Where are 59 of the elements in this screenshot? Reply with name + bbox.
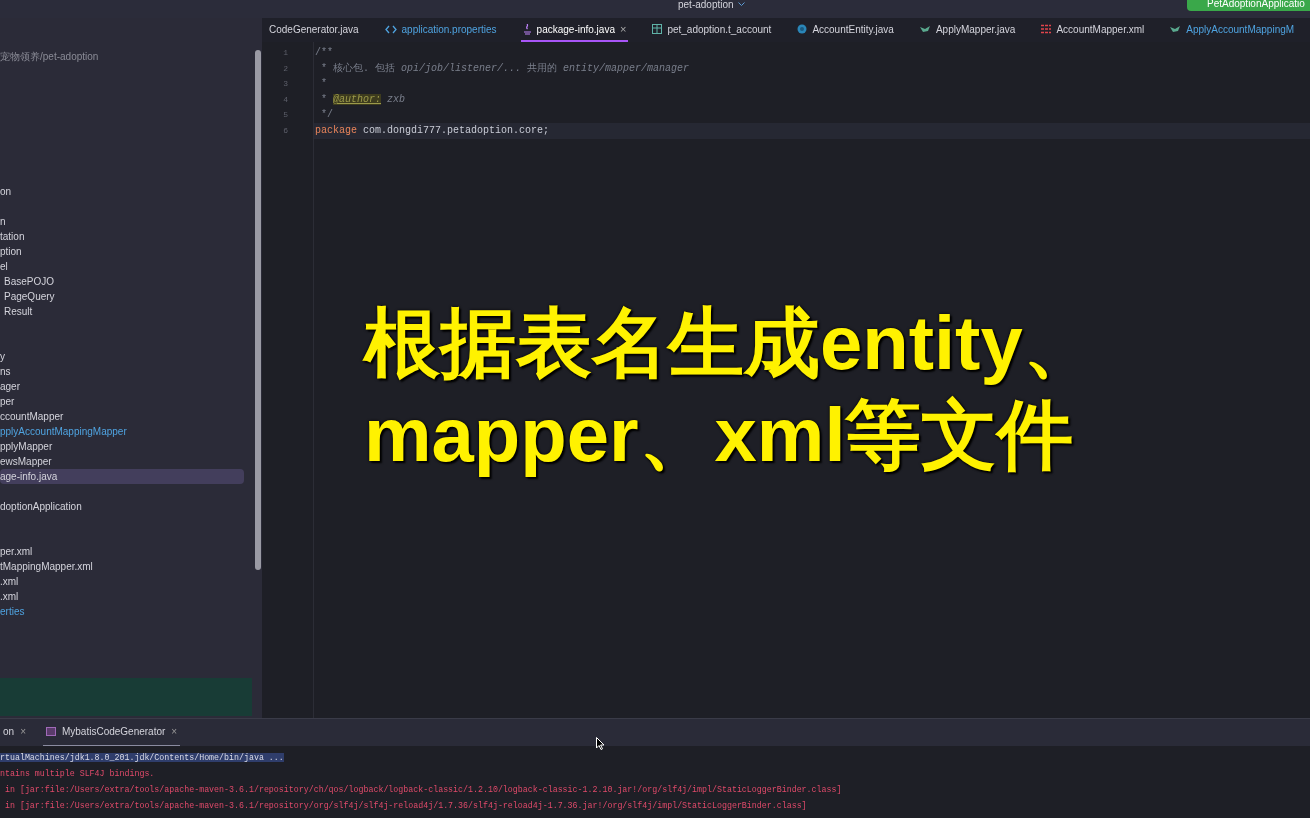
- tree-item[interactable]: Result: [0, 304, 244, 319]
- tree-item[interactable]: n: [0, 214, 244, 229]
- tree-item[interactable]: y: [0, 349, 244, 364]
- editor-tab[interactable]: AccountMapper.xml: [1039, 18, 1147, 42]
- class-icon: [797, 24, 808, 34]
- table-icon: [652, 24, 663, 34]
- console-line: ntains multiple SLF4J bindings.: [0, 769, 155, 778]
- editor-tab[interactable]: pet_adoption.t_account: [650, 18, 774, 42]
- tree-item[interactable]: per: [0, 394, 244, 409]
- editor-tab[interactable]: application.properties: [382, 18, 499, 42]
- tree-item[interactable]: .xml: [0, 589, 244, 604]
- close-icon[interactable]: ×: [171, 724, 178, 739]
- java-icon: [522, 23, 532, 35]
- code-line: * @author: zxb: [320, 92, 407, 107]
- tree-item[interactable]: ns: [0, 364, 244, 379]
- line-number: 4: [282, 93, 289, 106]
- editor-tab[interactable]: ApplyMapper.java: [917, 18, 1018, 42]
- bird-icon: [1170, 24, 1182, 34]
- tree-item[interactable]: tation: [0, 229, 244, 244]
- project-path: 宠物领养/pet-adoption: [0, 50, 100, 64]
- project-name[interactable]: pet-adoption: [678, 0, 734, 12]
- bird-icon: [919, 24, 931, 34]
- xml-icon: [1041, 24, 1052, 34]
- code-line: *: [320, 77, 328, 92]
- console-line: in [jar:file:/Users/extra/tools/apache-maven-3.6.1/repository/ch/qos/logback/logback-classic/1.2.10/logback-classic-1.2.10.jar!/org/slf4j/impl/StaticLoggerBinder.class]: [3, 785, 842, 794]
- tree-item[interactable]: PageQuery: [0, 289, 244, 304]
- tree-item[interactable]: BasePOJO: [0, 274, 244, 289]
- video-caption: 根据表名生成entity、: [364, 300, 1099, 386]
- mouse-pointer-icon: [596, 737, 605, 750]
- tree-item[interactable]: ccountMapper: [0, 409, 244, 424]
- video-caption: mapper、xml等文件: [364, 392, 1075, 478]
- editor-tab[interactable]: CodeGenerator.java: [267, 18, 361, 42]
- editor-tab[interactable]: ApplyAccountMappingM: [1168, 18, 1297, 42]
- tree-item[interactable]: .xml: [0, 574, 244, 589]
- tree-item[interactable]: pplyAccountMappingMapper: [0, 424, 244, 439]
- tree-item[interactable]: el: [0, 259, 244, 274]
- tree-item[interactable]: doptionApplication: [0, 499, 244, 514]
- tree-item[interactable]: ewsMapper: [0, 454, 244, 469]
- tree-item[interactable]: pplyMapper: [0, 439, 244, 454]
- window-icon: [45, 727, 56, 736]
- code-line: * 核心包. 包括 opi/job/listener/... 共用的 entity/mapper/manager: [320, 61, 691, 76]
- tree-item[interactable]: erties: [0, 604, 244, 619]
- code-line: */: [320, 108, 334, 123]
- line-number: 2: [282, 62, 289, 75]
- tree-item[interactable]: on: [0, 184, 244, 199]
- close-icon[interactable]: ×: [619, 20, 627, 38]
- scrollbar[interactable]: [255, 50, 261, 570]
- tree-item[interactable]: per.xml: [0, 544, 244, 559]
- code-icon: [384, 24, 397, 34]
- console-line: in [jar:file:/Users/extra/tools/apache-maven-3.6.1/repository/org/slf4j/slf4j-reload4j/1.7.36/slf4j-reload4j-1.7.36.jar!/org/slf4j/impl/StaticLoggerBinder.class]: [3, 801, 807, 810]
- editor-tab[interactable]: AccountEntity.java: [795, 18, 896, 42]
- tree-item[interactable]: ager: [0, 379, 244, 394]
- tree-item[interactable]: ption: [0, 244, 244, 259]
- close-icon[interactable]: ×: [20, 724, 26, 739]
- chevron-icon: [737, 2, 745, 7]
- code-line: /**: [314, 46, 334, 60]
- tree-item[interactable]: age-info.java: [0, 469, 244, 484]
- tree-item[interactable]: tMappingMapper.xml: [0, 559, 244, 574]
- run-tab[interactable]: on ×: [0, 718, 29, 747]
